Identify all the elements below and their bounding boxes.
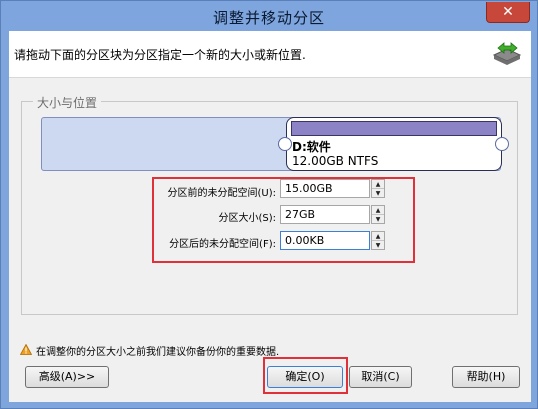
dialog-content: 请拖动下面的分区块为分区指定一个新的大小或新位置. 大小与位置 D:软件 12.… — [9, 31, 531, 402]
header-panel: 请拖动下面的分区块为分区指定一个新的大小或新位置. — [9, 31, 531, 78]
partition-block[interactable]: D:软件 12.00GB NTFS — [286, 117, 502, 171]
partition-name: D:软件 — [292, 140, 331, 154]
warning-text: 在调整你的分区大小之前我们建议你备份你的重要数据. — [36, 347, 280, 358]
warning-icon — [20, 344, 32, 355]
advanced-button[interactable]: 高级(A)>> — [25, 366, 109, 388]
highlight-box-fields — [152, 177, 415, 263]
right-resize-handle[interactable] — [495, 137, 509, 151]
partition-size: 12.00GB NTFS — [292, 154, 379, 168]
partition-color-strip — [291, 121, 497, 136]
close-button[interactable]: ✕ — [486, 2, 530, 23]
group-label: 大小与位置 — [33, 94, 102, 111]
close-icon: ✕ — [502, 4, 514, 20]
header-instruction: 请拖动下面的分区块为分区指定一个新的大小或新位置. — [14, 48, 306, 62]
partition-map[interactable]: D:软件 12.00GB NTFS — [41, 117, 509, 171]
title-bar[interactable]: 调整并移动分区 ✕ — [1, 1, 537, 31]
cancel-button[interactable]: 取消(C) — [349, 366, 412, 388]
resize-arrows-icon — [492, 42, 522, 65]
window-title: 调整并移动分区 — [212, 9, 325, 27]
highlight-box-ok — [263, 357, 348, 394]
left-resize-handle[interactable] — [278, 137, 292, 151]
help-button[interactable]: 帮助(H) — [452, 366, 520, 388]
dialog-window: 调整并移动分区 ✕ 请拖动下面的分区块为分区指定一个新的大小或新位置. 大小与位… — [0, 0, 538, 409]
